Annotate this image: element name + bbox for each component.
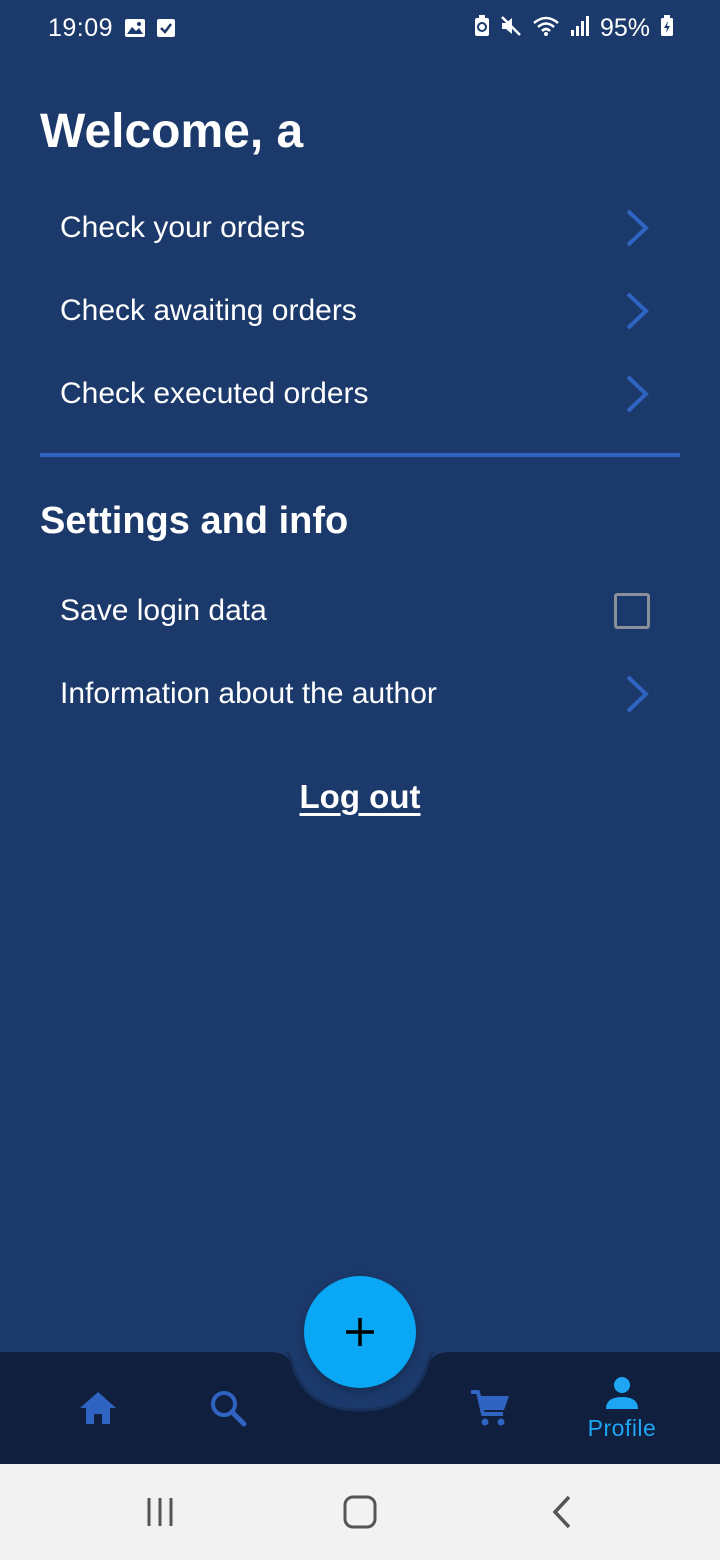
status-time: 19:09 [48, 14, 114, 42]
search-icon [211, 1391, 247, 1427]
nav-profile-label: Profile [587, 1414, 657, 1441]
status-bar: 19:09 95% [0, 0, 720, 62]
save-login-label: Save login data [60, 594, 267, 627]
logout-button[interactable]: Log out [300, 778, 421, 815]
home-square-icon [343, 1495, 377, 1529]
nav-cart[interactable] [450, 1352, 530, 1464]
system-navigation-bar [0, 1464, 720, 1560]
page-title: Welcome, a [40, 105, 304, 158]
cart-icon [471, 1390, 509, 1426]
menu-item-label: Information about the author [60, 677, 437, 710]
wifi-icon [532, 15, 560, 42]
checkbox-notification-icon [156, 18, 176, 43]
home-system-button[interactable] [300, 1464, 420, 1560]
battery-charging-icon [660, 15, 674, 42]
chevron-right-icon [626, 375, 649, 413]
menu-item-awaiting-orders[interactable]: Check awaiting orders [40, 270, 680, 352]
chevron-right-icon [626, 675, 649, 713]
mute-icon [500, 15, 522, 42]
nav-profile[interactable]: Profile [562, 1352, 682, 1464]
add-fab-button[interactable] [304, 1276, 416, 1388]
status-notification-icons [124, 18, 176, 43]
back-chevron-icon [552, 1495, 571, 1529]
chevron-right-icon [626, 292, 649, 330]
logout-container: Log out [0, 778, 720, 816]
battery-saver-icon [474, 15, 490, 42]
menu-item-label: Check your orders [60, 211, 306, 244]
section-divider [40, 453, 680, 457]
battery-percent: 95% [599, 14, 650, 42]
home-icon [80, 1392, 116, 1424]
menu-item-your-orders[interactable]: Check your orders [40, 187, 680, 269]
signal-icon [570, 15, 590, 42]
plus-icon [346, 1318, 374, 1346]
menu-item-label: Check awaiting orders [60, 294, 357, 327]
menu-item-author-info[interactable]: Information about the author [40, 653, 680, 735]
save-login-checkbox[interactable] [614, 593, 650, 629]
nav-search[interactable] [188, 1352, 268, 1464]
menu-item-executed-orders[interactable]: Check executed orders [40, 353, 680, 435]
recent-apps-icon [147, 1498, 173, 1526]
back-button[interactable] [502, 1464, 622, 1560]
save-login-row[interactable]: Save login data [40, 570, 680, 652]
chevron-right-icon [626, 209, 649, 247]
recent-apps-button[interactable] [100, 1464, 220, 1560]
menu-item-label: Check executed orders [60, 377, 369, 410]
nav-home[interactable] [58, 1352, 138, 1464]
status-system-icons: 95% [474, 14, 674, 43]
image-icon [124, 18, 146, 43]
section-title-settings: Settings and info [40, 500, 349, 542]
profile-icon [606, 1376, 638, 1409]
